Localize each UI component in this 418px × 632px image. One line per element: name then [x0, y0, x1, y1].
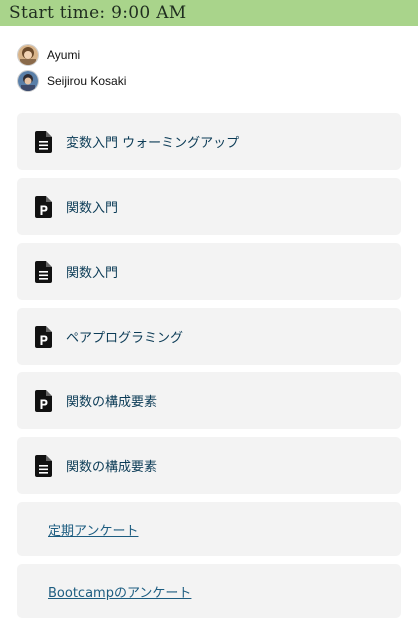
start-time-label: Start time: 9:00 AM	[9, 3, 187, 23]
presentation-icon	[35, 195, 52, 218]
avatar	[17, 70, 39, 92]
participants-list: Ayumi Seijirou Kosaki	[17, 43, 126, 95]
participant-seijirou: Seijirou Kosaki	[17, 69, 126, 93]
material-label: 関数の構成要素	[66, 460, 158, 475]
survey-link-card: Bootcampのアンケート	[17, 564, 401, 618]
participant-ayumi: Ayumi	[17, 43, 126, 67]
start-time-header: Start time: 9:00 AM	[0, 0, 418, 26]
document-icon	[35, 454, 52, 477]
survey-link-card: 定期アンケート	[17, 502, 401, 556]
material-label: ペアプログラミング	[66, 331, 184, 346]
participant-name: Ayumi	[47, 48, 81, 62]
seijirou-avatar-icon	[18, 71, 38, 91]
participant-name: Seijirou Kosaki	[47, 74, 127, 88]
presentation-icon	[35, 325, 52, 348]
material-item[interactable]: 関数の構成要素	[17, 372, 401, 429]
material-label: 関数の構成要素	[66, 395, 158, 410]
document-icon	[35, 130, 52, 153]
material-label: 関数入門	[66, 201, 119, 216]
material-item[interactable]: 関数入門	[17, 243, 401, 300]
presentation-icon	[35, 389, 52, 412]
material-item[interactable]: 関数の構成要素	[17, 437, 401, 494]
avatar	[17, 44, 39, 66]
ayumi-avatar-icon	[18, 45, 38, 65]
document-icon	[35, 260, 52, 283]
material-label: 関数入門	[66, 266, 119, 281]
material-label: 変数入門 ウォーミングアップ	[66, 136, 240, 151]
periodic-survey-link[interactable]: 定期アンケート	[48, 520, 138, 539]
material-item[interactable]: 関数入門	[17, 178, 401, 235]
material-item[interactable]: 変数入門 ウォーミングアップ	[17, 113, 401, 170]
bootcamp-survey-link[interactable]: Bootcampのアンケート	[48, 582, 191, 601]
material-item[interactable]: ペアプログラミング	[17, 308, 401, 365]
